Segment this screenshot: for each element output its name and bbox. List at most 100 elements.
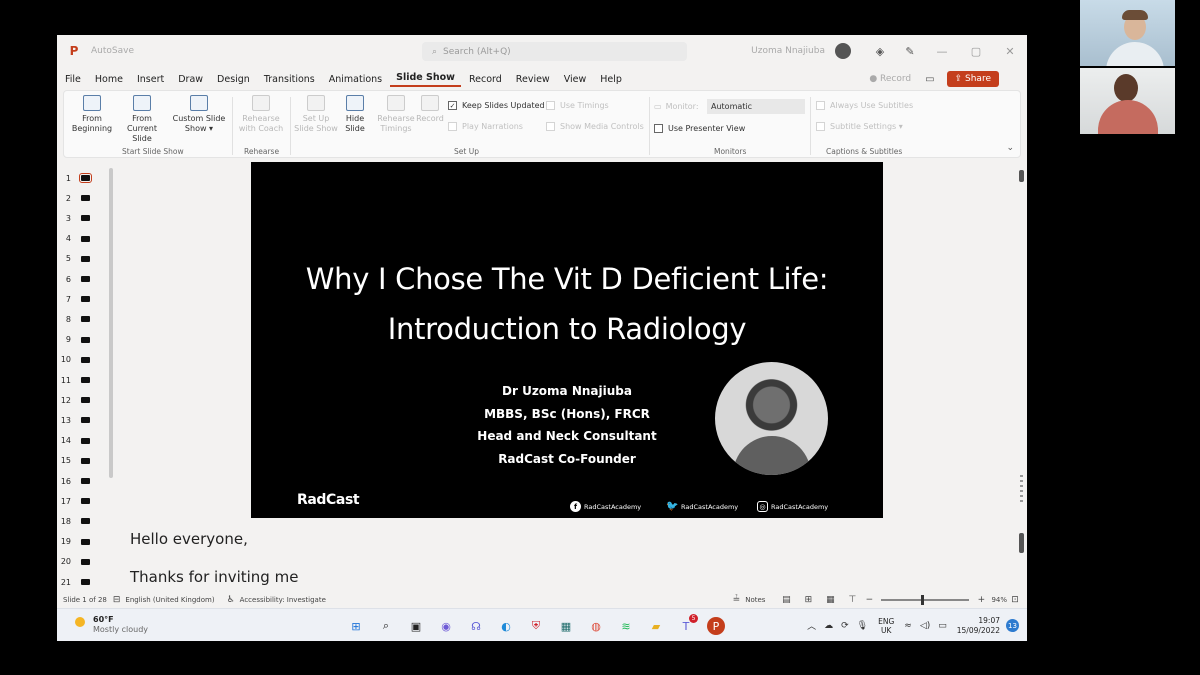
custom-slide-show-button[interactable]: Custom Slide Show ▾: [172, 95, 226, 134]
always-use-subtitles-button[interactable]: Always Use Subtitles: [816, 101, 913, 110]
file-explorer-icon[interactable]: ▰: [647, 617, 665, 635]
minimize-icon[interactable]: —: [925, 45, 959, 58]
slide-thumbnail[interactable]: 13: [57, 410, 112, 430]
scrollbar-thumb[interactable]: [1019, 170, 1024, 182]
hide-slide-button[interactable]: Hide Slide: [338, 95, 372, 134]
rehearse-timings-button[interactable]: Rehearse Timings: [374, 95, 418, 134]
slide-thumbnail[interactable]: 19: [57, 532, 112, 552]
participant-video-1[interactable]: [1080, 0, 1175, 66]
comment-icon[interactable]: ▭: [925, 74, 934, 85]
language-indicator[interactable]: ⊟ English (United Kingdom): [113, 595, 215, 605]
slide-thumbnail[interactable]: 4: [57, 229, 112, 249]
task-view-icon[interactable]: ▣: [407, 617, 425, 635]
cloud-icon[interactable]: ☁: [824, 621, 833, 631]
autosave-label[interactable]: AutoSave: [91, 46, 134, 56]
slide-thumbnail[interactable]: 5: [57, 249, 112, 269]
tab-draw[interactable]: Draw: [172, 74, 209, 85]
normal-view-icon[interactable]: ▤: [775, 595, 797, 605]
slide-thumbnail[interactable]: 9: [57, 330, 112, 350]
slide-thumbnail[interactable]: 11: [57, 370, 112, 390]
thumbnail-scrollbar[interactable]: [109, 168, 113, 478]
tab-record[interactable]: Record: [463, 74, 508, 85]
weather-widget[interactable]: 60°F Mostly cloudy: [75, 615, 148, 635]
zoom-level[interactable]: 94%: [991, 596, 1007, 604]
windows-start-icon[interactable]: ⊞: [347, 617, 365, 635]
slide-thumbnail[interactable]: 15: [57, 451, 112, 471]
avatar[interactable]: [835, 43, 851, 59]
subtitle-settings-button[interactable]: Subtitle Settings ▾: [816, 122, 903, 131]
tab-help[interactable]: Help: [594, 74, 628, 85]
participant-video-2[interactable]: [1080, 68, 1175, 134]
set-up-slide-show-button[interactable]: Set Up Slide Show: [294, 95, 338, 134]
slide-thumbnail[interactable]: 10: [57, 350, 112, 370]
slide-thumbnail[interactable]: 1: [57, 168, 112, 188]
slide-sorter-icon[interactable]: ⊞: [797, 595, 819, 605]
tab-slide-show[interactable]: Slide Show: [390, 72, 461, 87]
clock[interactable]: 19:07 15/09/2022: [957, 616, 1000, 636]
battery-icon[interactable]: ▭: [938, 621, 947, 631]
slide-thumbnail[interactable]: 7: [57, 289, 112, 309]
slide-thumbnail[interactable]: 20: [57, 552, 112, 572]
notes-button[interactable]: ≟ Notes: [733, 595, 766, 605]
record-slide-button[interactable]: Record: [416, 95, 444, 124]
from-current-slide-button[interactable]: From Current Slide: [116, 95, 168, 144]
notes-scrollbar-thumb[interactable]: [1019, 533, 1024, 553]
tab-review[interactable]: Review: [510, 74, 556, 85]
slide-canvas[interactable]: Why I Chose The Vit D Deficient Life: In…: [251, 162, 883, 518]
slide-thumbnail[interactable]: 8: [57, 309, 112, 329]
tab-transitions[interactable]: Transitions: [258, 74, 321, 85]
slide-thumbnail[interactable]: 2: [57, 188, 112, 208]
show-media-controls-checkbox[interactable]: Show Media Controls: [546, 122, 644, 131]
maximize-icon[interactable]: ▢: [959, 45, 993, 58]
tab-view[interactable]: View: [558, 74, 593, 85]
edge-icon[interactable]: ◐: [497, 617, 515, 635]
scrollbar-track[interactable]: [1020, 475, 1023, 505]
record-button[interactable]: ● Record: [869, 74, 911, 84]
keep-slides-updated-checkbox[interactable]: ✓ Keep Slides Updated: [448, 101, 545, 110]
tab-file[interactable]: File: [59, 74, 87, 85]
slide-thumbnail[interactable]: 6: [57, 269, 112, 289]
use-timings-checkbox[interactable]: Use Timings: [546, 101, 609, 110]
zoom-slider-handle[interactable]: [921, 595, 925, 605]
slide-thumbnail[interactable]: 21: [57, 572, 112, 592]
slide-thumbnail[interactable]: 18: [57, 511, 112, 531]
mcafee-icon[interactable]: ⛨: [527, 617, 545, 635]
rehearse-with-coach-button[interactable]: Rehearse with Coach: [236, 95, 286, 134]
tab-animations[interactable]: Animations: [323, 74, 388, 85]
zoom-in-icon[interactable]: +: [975, 595, 987, 605]
search-taskbar-icon[interactable]: ⌕: [377, 617, 395, 635]
microphone-icon[interactable]: 🎙: [857, 621, 868, 631]
chevron-down-icon[interactable]: ⌄: [1006, 143, 1014, 153]
accessibility-indicator[interactable]: ♿ Accessibility: Investigate: [227, 595, 326, 605]
tab-home[interactable]: Home: [89, 74, 129, 85]
tab-design[interactable]: Design: [211, 74, 256, 85]
slide-thumbnail[interactable]: 12: [57, 390, 112, 410]
from-beginning-button[interactable]: From Beginning: [68, 95, 116, 134]
volume-icon[interactable]: ◁): [920, 621, 930, 631]
slide-thumbnail[interactable]: 16: [57, 471, 112, 491]
powerpoint-taskbar-icon[interactable]: P: [707, 617, 725, 635]
reading-view-icon[interactable]: ▦: [819, 595, 841, 605]
search-box[interactable]: ⌕ Search (Alt+Q): [422, 42, 687, 61]
play-narrations-checkbox[interactable]: Play Narrations: [448, 122, 523, 131]
language-tray[interactable]: ENG UK: [878, 617, 894, 635]
slide-thumbnail[interactable]: 17: [57, 491, 112, 511]
slide-thumbnail[interactable]: 3: [57, 208, 112, 228]
chevron-up-icon[interactable]: ︿: [807, 619, 816, 632]
notification-badge[interactable]: 13: [1006, 619, 1019, 632]
user-name[interactable]: Uzoma Nnajiuba: [751, 46, 825, 56]
headset-app-icon[interactable]: ☊: [467, 617, 485, 635]
teams-icon[interactable]: T5: [677, 614, 698, 635]
slide-thumbnail[interactable]: 14: [57, 431, 112, 451]
share-button[interactable]: ⇪ Share: [946, 71, 999, 87]
use-presenter-view-checkbox[interactable]: Use Presenter View: [654, 124, 745, 133]
app-icon[interactable]: ▦: [557, 617, 575, 635]
chrome-icon[interactable]: ◍: [587, 617, 605, 635]
zoom-out-icon[interactable]: −: [863, 595, 875, 605]
wifi-icon[interactable]: ≈: [904, 621, 912, 631]
spotify-icon[interactable]: ≋: [617, 617, 635, 635]
monitor-select[interactable]: Automatic: [707, 99, 805, 114]
close-icon[interactable]: ✕: [993, 45, 1027, 58]
pen-icon[interactable]: ✎: [895, 45, 925, 58]
slideshow-view-icon[interactable]: ⊤: [841, 595, 863, 605]
